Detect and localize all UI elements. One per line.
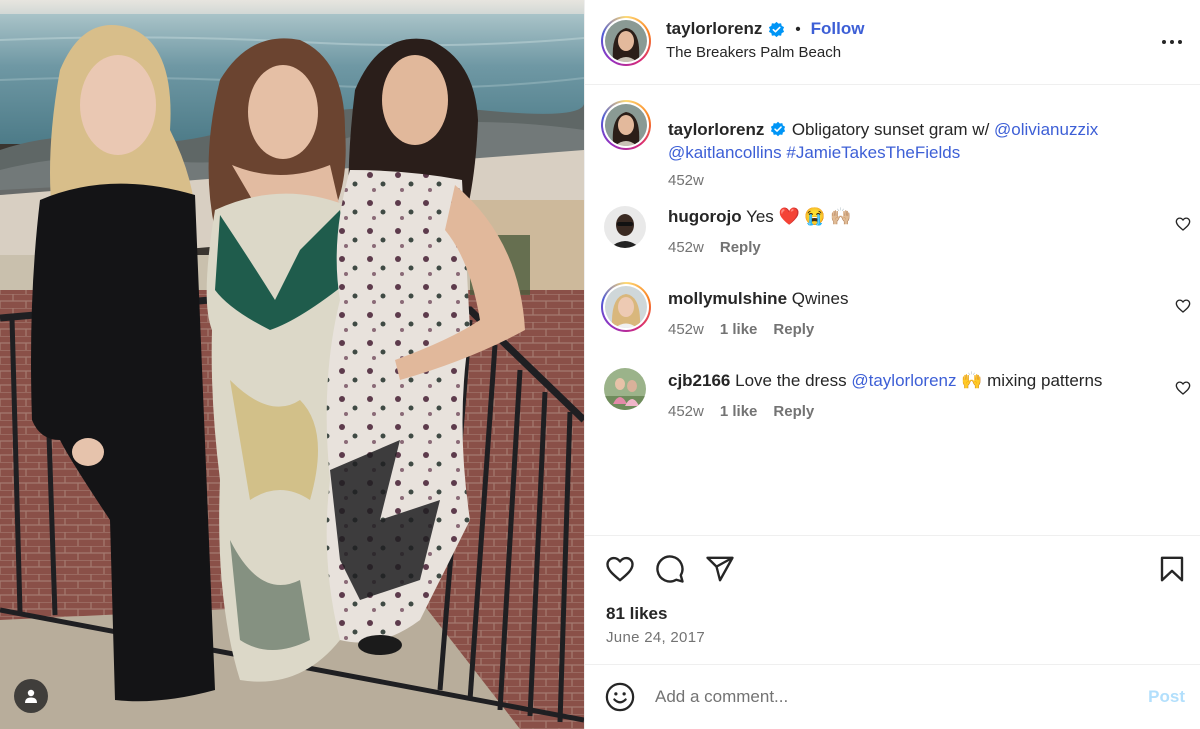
header-separator: • [795, 20, 801, 38]
commenter-avatar[interactable] [604, 206, 646, 248]
header-username-row: taylorlorenz • Follow [666, 19, 864, 39]
comment-meta: 452w 1 like Reply [668, 403, 814, 420]
verified-badge-icon [770, 121, 786, 137]
comment-bubble-icon[interactable] [655, 554, 685, 584]
comment-composer: Post [585, 664, 1200, 729]
post-header: taylorlorenz • Follow The Breakers Palm … [585, 0, 1200, 85]
caption-avatar-image [605, 104, 647, 146]
comment-meta: 452w Reply [668, 239, 761, 256]
commenter-avatar-image [604, 206, 646, 248]
caption-meta: 452w [668, 172, 704, 189]
mention-link[interactable]: @taylorlorenz [851, 371, 956, 390]
post-location[interactable]: The Breakers Palm Beach [666, 44, 841, 61]
comment-username[interactable]: hugorojo [668, 207, 742, 226]
comment-body: Yes ❤️ 😭 🙌🏼 [746, 207, 852, 226]
caption-author-avatar[interactable] [601, 100, 651, 150]
commenter-avatar[interactable] [604, 368, 646, 410]
commenter-avatar-image [605, 286, 647, 328]
caption-username[interactable]: taylorlorenz [668, 120, 764, 139]
tagged-people-button[interactable] [14, 679, 48, 713]
like-count[interactable]: 81 likes [606, 604, 667, 624]
comment-username[interactable]: mollymulshine [668, 289, 787, 308]
comment-age[interactable]: 452w [668, 321, 704, 338]
comment-age[interactable]: 452w [668, 403, 704, 420]
author-avatar-image [605, 20, 647, 62]
author-avatar[interactable] [601, 16, 651, 66]
photo-image [0, 0, 584, 729]
reply-button[interactable]: Reply [773, 403, 814, 420]
commenter-avatar-image [604, 368, 646, 410]
verified-badge-icon [769, 21, 785, 37]
comment-meta: 452w 1 like Reply [668, 321, 814, 338]
post-actions: 81 likes June 24, 2017 [585, 535, 1200, 663]
comments-list[interactable]: taylorlorenz Obligatory sunset gram w/ @… [585, 86, 1200, 534]
mention-link[interactable]: @olivianuzzix [994, 120, 1098, 139]
comment-body: Love the dress [735, 371, 847, 390]
author-username[interactable]: taylorlorenz [666, 19, 762, 39]
comment-like-heart-icon[interactable] [1175, 216, 1191, 232]
post-details-panel: taylorlorenz • Follow The Breakers Palm … [584, 0, 1200, 729]
comment-username[interactable]: cjb2166 [668, 371, 730, 390]
reply-button[interactable]: Reply [773, 321, 814, 338]
comment-body-end: 🙌 mixing patterns [961, 371, 1103, 390]
like-heart-icon[interactable] [605, 554, 635, 584]
commenter-avatar[interactable] [601, 282, 651, 332]
caption-text: taylorlorenz Obligatory sunset gram w/ @… [668, 118, 1191, 164]
comment-like-heart-icon[interactable] [1175, 380, 1191, 396]
reply-button[interactable]: Reply [720, 239, 761, 256]
caption-age[interactable]: 452w [668, 172, 704, 189]
post-date[interactable]: June 24, 2017 [606, 629, 705, 646]
comment-text: hugorojo Yes ❤️ 😭 🙌🏼 [668, 205, 1151, 228]
comment-text: mollymulshine Qwines [668, 287, 1151, 310]
more-options-icon[interactable] [1160, 30, 1184, 54]
comment-like-heart-icon[interactable] [1175, 298, 1191, 314]
comment-text: cjb2166 Love the dress @taylorlorenz 🙌 m… [668, 369, 1151, 392]
mention-link[interactable]: @kaitlancollins [668, 143, 782, 162]
follow-button[interactable]: Follow [811, 19, 865, 39]
share-send-icon[interactable] [705, 554, 735, 584]
comment-likes[interactable]: 1 like [720, 321, 758, 338]
hashtag-link[interactable]: #JamieTakesTheFields [786, 143, 960, 162]
emoji-smile-icon[interactable] [605, 682, 635, 712]
comment-age[interactable]: 452w [668, 239, 704, 256]
comment-body: Qwines [791, 289, 849, 308]
user-icon [25, 689, 37, 703]
save-bookmark-icon[interactable] [1157, 554, 1187, 584]
post-comment-button[interactable]: Post [1148, 687, 1185, 707]
comment-likes[interactable]: 1 like [720, 403, 758, 420]
post-photo[interactable] [0, 0, 584, 729]
comment-input[interactable] [655, 683, 1125, 711]
caption-body: Obligatory sunset gram w/ [791, 120, 990, 139]
